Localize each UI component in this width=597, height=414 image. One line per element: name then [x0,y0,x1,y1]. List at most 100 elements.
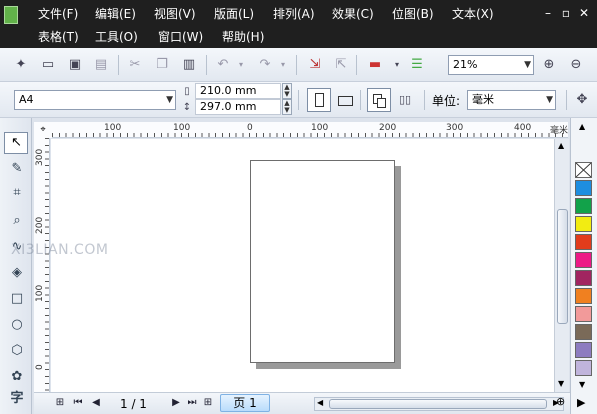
horizontal-scroll-thumb[interactable] [329,399,547,409]
h-ruler-label: 300 [446,123,464,133]
checklist-icon[interactable]: ☰ [408,56,426,74]
add-page-icon[interactable]: ⊞ [54,396,66,410]
save-icon[interactable]: ▣ [66,56,84,74]
color-swatch[interactable] [575,270,592,286]
first-page-icon[interactable]: ⏮ [72,396,84,410]
width-field[interactable]: 210.0 mm [195,83,281,99]
document-page[interactable] [250,160,395,363]
next-page-icon[interactable]: ▶ [170,396,182,410]
print-icon[interactable]: ▤ [92,56,110,74]
zoom-select[interactable]: 21% ▼ [448,55,534,75]
portrait-button[interactable] [307,88,331,112]
width-value: 210.0 mm [200,84,257,97]
color-swatch[interactable] [575,360,592,376]
no-fill-swatch[interactable] [575,162,592,178]
previous-page-icon[interactable]: ◀ [90,396,102,410]
height-field[interactable]: 297.0 mm [195,99,281,115]
color-swatch[interactable] [575,180,592,196]
paste-icon[interactable]: ▥ [180,56,198,74]
color-swatch[interactable] [575,288,592,304]
scroll-down-icon[interactable]: ▼ [558,379,564,388]
rectangle-tool-icon[interactable]: □ [6,288,28,310]
v-ruler-label: 200 [35,216,45,234]
menu-bitmap[interactable]: 位图(B) [390,5,436,23]
palette-scroll-up-icon[interactable]: ▲ [579,122,585,131]
chevron-down-icon[interactable]: ▾ [274,56,292,74]
paper-size-select[interactable]: A4 ▼ [14,90,176,110]
application-launcher-icon[interactable]: ▬ [366,56,384,74]
menu-arrange[interactable]: 排列(A) [271,5,317,23]
menu-tools[interactable]: 工具(O) [93,28,140,46]
pointer-icon: ↖ [11,135,22,150]
v-ruler-label: 300 [35,148,45,166]
color-swatch[interactable] [575,306,592,322]
color-swatch[interactable] [575,234,592,250]
vertical-scrollbar[interactable]: ▲ ▼ [554,139,569,392]
scroll-up-icon[interactable]: ▲ [558,141,564,150]
copy-icon[interactable]: ❐ [153,56,171,74]
menu-window[interactable]: 窗口(W) [156,28,205,46]
menu-file[interactable]: 文件(F) [36,5,80,23]
zoom-out-icon[interactable]: ⊖ [567,56,585,74]
ellipse-tool-icon[interactable]: ○ [6,314,28,336]
crop-tool-icon[interactable]: ⌗ [6,182,28,204]
menu-help[interactable]: 帮助(H) [220,28,266,46]
ruler-origin-icon[interactable]: ⌖ [34,122,52,138]
menu-table[interactable]: 表格(T) [36,28,81,46]
landscape-icon[interactable] [338,96,353,106]
menu-text[interactable]: 文本(X) [450,5,496,23]
palette-flyout-icon[interactable]: ▶ [577,396,585,409]
redo-icon[interactable]: ↷ [256,56,274,74]
page-height-icon: ↕ [182,102,192,113]
basic-shapes-icon[interactable]: ✿ [6,366,28,388]
import-icon[interactable]: ⇲ [306,56,324,74]
zoom-tool-icon[interactable]: ⌕ [6,210,28,232]
text-tool[interactable]: 字 [6,388,28,410]
page-tab[interactable]: 页 1 [220,394,270,412]
last-page-icon[interactable]: ⏭ [186,396,198,410]
vertical-ruler[interactable]: 300 200 100 0 [34,138,50,394]
zoom-in-icon[interactable]: ⊕ [540,56,558,74]
menu-effects[interactable]: 效果(C) [330,5,376,23]
navigator-icon[interactable]: ⊕ [556,395,565,408]
pick-tool[interactable]: ↖ [4,132,28,154]
drawing-canvas[interactable]: XI3LIAN.COM [11,139,554,392]
color-swatch[interactable] [575,324,592,340]
minimize-button[interactable]: – [540,6,556,20]
chevron-down-icon[interactable]: ▾ [388,56,406,74]
open-folder-icon[interactable]: ▭ [39,56,57,74]
color-swatch[interactable] [575,216,592,232]
undo-icon[interactable]: ↶ [214,56,232,74]
watermark: XI3LIAN.COM [11,242,109,258]
page-counter: 1 / 1 [120,397,147,411]
color-swatch[interactable] [575,342,592,358]
export-icon[interactable]: ⇱ [332,56,350,74]
color-swatch[interactable] [575,198,592,214]
color-swatch[interactable] [575,252,592,268]
polygon-tool-icon[interactable]: ⬡ [6,340,28,362]
menu-layout[interactable]: 版面(L) [212,5,256,23]
restore-button[interactable]: ▫ [558,6,574,20]
current-page-icon[interactable]: ▯▯ [396,91,414,109]
separator [118,55,119,75]
height-spinner[interactable]: ▲ ▼ [282,99,292,115]
cut-icon[interactable]: ✂ [126,56,144,74]
palette-scroll-down-icon[interactable]: ▼ [579,380,585,389]
units-select[interactable]: 毫米 ▼ [467,90,556,110]
shape-tool-icon[interactable]: ✎ [6,158,28,180]
width-spinner[interactable]: ▲ ▼ [282,83,292,99]
close-button[interactable]: ✕ [576,6,592,20]
menu-edit[interactable]: 编辑(E) [93,5,138,23]
horizontal-scrollbar[interactable]: ◀ ▶ [314,397,564,411]
chevron-down-icon[interactable]: ▾ [232,56,250,74]
all-pages-button[interactable] [367,88,391,112]
scroll-left-icon[interactable]: ◀ [317,398,323,407]
nudge-icon[interactable]: ✥ [573,91,591,109]
new-document-icon[interactable]: ✦ [12,56,30,74]
add-page-after-icon[interactable]: ⊞ [202,396,214,410]
vertical-scroll-thumb[interactable] [557,209,568,324]
app-icon [4,6,18,24]
menu-view[interactable]: 视图(V) [152,5,198,23]
smart-fill-icon[interactable]: ◈ [6,262,28,284]
horizontal-ruler[interactable]: 100 100 0 100 200 300 400 毫米 [52,122,568,138]
